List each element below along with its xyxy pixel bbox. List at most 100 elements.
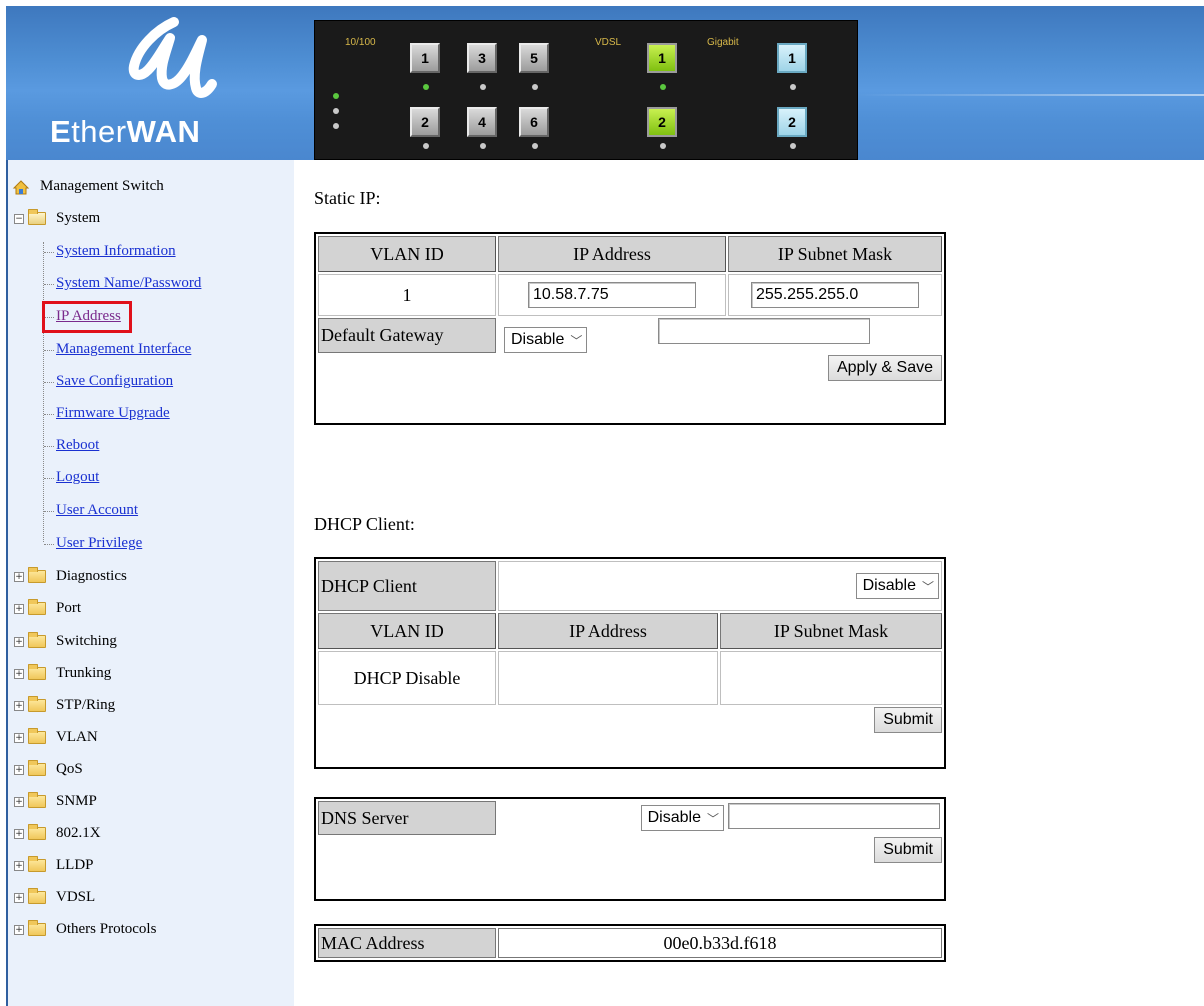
status-led — [333, 123, 339, 129]
expand-icon[interactable]: + — [14, 603, 24, 614]
apply-save-button[interactable]: Apply & Save — [827, 355, 942, 381]
status-led — [333, 108, 339, 114]
tree-node-trunking[interactable]: + Trunking — [14, 664, 112, 682]
dns-address-input[interactable] — [728, 802, 940, 829]
expand-icon[interactable]: + — [14, 732, 24, 743]
expand-icon[interactable]: + — [14, 700, 24, 711]
tree-node-qos[interactable]: + QoS — [14, 760, 83, 778]
port-led — [423, 84, 429, 90]
static-ip-title: Static IP: — [314, 188, 381, 208]
gateway-mode-select[interactable]: Disable ﹀ — [504, 327, 588, 353]
sidebar-link-system-name-password[interactable]: System Name/Password — [43, 275, 201, 292]
sidebar-link-system-information[interactable]: System Information — [44, 243, 176, 260]
chevron-down-icon: ﹀ — [706, 811, 719, 826]
expand-icon[interactable]: + — [14, 796, 24, 807]
power-led — [333, 93, 339, 99]
gateway-mode-value: Disable — [511, 331, 565, 348]
folder-icon — [28, 632, 46, 648]
tree-node-diagnostics[interactable]: + Diagnostics — [14, 567, 127, 585]
port-10-100-3[interactable]: 3 — [467, 43, 497, 73]
port-gigabit-1[interactable]: 1 — [777, 43, 807, 73]
folder-open-icon — [28, 209, 46, 225]
col-header-subnet-mask: IP Subnet Mask — [728, 236, 942, 272]
static-ip-table: VLAN ID IP Address IP Subnet Mask 1 10.5… — [314, 232, 946, 425]
tree-node-vlan[interactable]: + VLAN — [14, 728, 98, 746]
tree-root-management-switch[interactable]: Management Switch — [12, 178, 164, 195]
port-gigabit-2[interactable]: 2 — [777, 107, 807, 137]
expand-icon[interactable]: + — [14, 571, 24, 582]
sidebar-link-management-interface[interactable]: Management Interface — [43, 341, 191, 358]
dns-submit-button[interactable]: Submit — [874, 837, 942, 863]
dhcp-vlan-cell: DHCP Disable — [318, 651, 496, 705]
sidebar-link-save-configuration[interactable]: Save Configuration — [43, 373, 173, 390]
label-gigabit: Gigabit — [707, 37, 739, 48]
sidebar-link-reboot[interactable]: Reboot — [43, 437, 99, 454]
port-led — [423, 143, 429, 149]
label-10-100: 10/100 — [345, 37, 376, 48]
sidebar-link-firmware-upgrade[interactable]: Firmware Upgrade — [44, 405, 170, 422]
tree-node-label: VDSL — [56, 889, 96, 905]
expand-icon[interactable]: + — [14, 892, 24, 903]
port-10-100-2[interactable]: 2 — [410, 107, 440, 137]
gateway-address-input[interactable] — [657, 318, 870, 344]
sidebar-link-user-privilege[interactable]: User Privilege — [43, 535, 142, 552]
tree-root-label: Management Switch — [40, 178, 164, 194]
port-led — [480, 84, 486, 90]
port-led — [532, 143, 538, 149]
port-10-100-4[interactable]: 4 — [467, 107, 497, 137]
tree-node-switching[interactable]: + Switching — [14, 632, 117, 650]
tree-node-lldp[interactable]: + LLDP — [14, 856, 94, 874]
ip-address-input[interactable]: 10.58.7.75 — [528, 282, 696, 308]
col-header-ip-address: IP Address — [498, 236, 726, 272]
port-10-100-1[interactable]: 1 — [410, 43, 440, 73]
tree-node-others-protocols[interactable]: + Others Protocols — [14, 920, 156, 938]
port-led — [480, 143, 486, 149]
sidebar-link-logout[interactable]: Logout — [43, 469, 99, 486]
folder-icon — [28, 824, 46, 840]
folder-icon — [28, 599, 46, 615]
tree-node-8021x[interactable]: +802.1X — [14, 824, 101, 842]
tree-node-port[interactable]: + Port — [14, 599, 81, 617]
folder-icon — [28, 920, 46, 936]
col-header-vlan-id: VLAN ID — [318, 613, 496, 649]
port-vdsl-2[interactable]: 2 — [647, 107, 677, 137]
expand-icon[interactable]: + — [14, 764, 24, 775]
dhcp-ip-cell — [498, 651, 718, 705]
sidebar-link-user-account[interactable]: User Account — [43, 502, 138, 519]
port-led — [532, 84, 538, 90]
collapse-icon[interactable]: − — [14, 213, 24, 224]
tree-node-snmp[interactable]: + SNMP — [14, 792, 97, 810]
chevron-down-icon: ﹀ — [921, 579, 934, 594]
tree-node-stp-ring[interactable]: + STP/Ring — [14, 696, 115, 714]
dhcp-client-value: Disable — [862, 577, 916, 594]
subnet-mask-input[interactable]: 255.255.255.0 — [751, 282, 919, 308]
dhcp-client-label: DHCP Client — [318, 561, 496, 611]
expand-icon[interactable]: + — [14, 924, 24, 935]
switch-home-icon — [12, 179, 30, 194]
port-led — [790, 143, 796, 149]
col-header-ip-address: IP Address — [498, 613, 718, 649]
dhcp-submit-button[interactable]: Submit — [874, 707, 942, 733]
port-10-100-5[interactable]: 5 — [519, 43, 549, 73]
expand-icon[interactable]: + — [14, 636, 24, 647]
dhcp-client-select[interactable]: Disable ﹀ — [855, 573, 939, 599]
port-led — [660, 143, 666, 149]
col-header-subnet-mask: IP Subnet Mask — [720, 613, 942, 649]
port-10-100-6[interactable]: 6 — [519, 107, 549, 137]
expand-icon[interactable]: + — [14, 860, 24, 871]
col-header-vlan-id: VLAN ID — [318, 236, 496, 272]
folder-icon — [28, 696, 46, 712]
sidebar-nav: Management Switch − System System Inform… — [6, 160, 294, 1006]
tree-node-vdsl[interactable]: + VDSL — [14, 888, 96, 906]
expand-icon[interactable]: + — [14, 668, 24, 679]
tree-node-system[interactable]: − System — [14, 209, 100, 227]
tree-node-label: LLDP — [56, 857, 94, 873]
expand-icon[interactable]: + — [14, 828, 24, 839]
folder-icon — [28, 664, 46, 680]
logo-wordmark: EtherWAN — [50, 114, 201, 149]
tree-node-label: Trunking — [56, 665, 112, 681]
tree-node-label: VLAN — [56, 729, 98, 745]
port-vdsl-1[interactable]: 1 — [647, 43, 677, 73]
dns-mode-select[interactable]: Disable ﹀ — [640, 805, 724, 831]
header-highlight — [856, 94, 1204, 96]
